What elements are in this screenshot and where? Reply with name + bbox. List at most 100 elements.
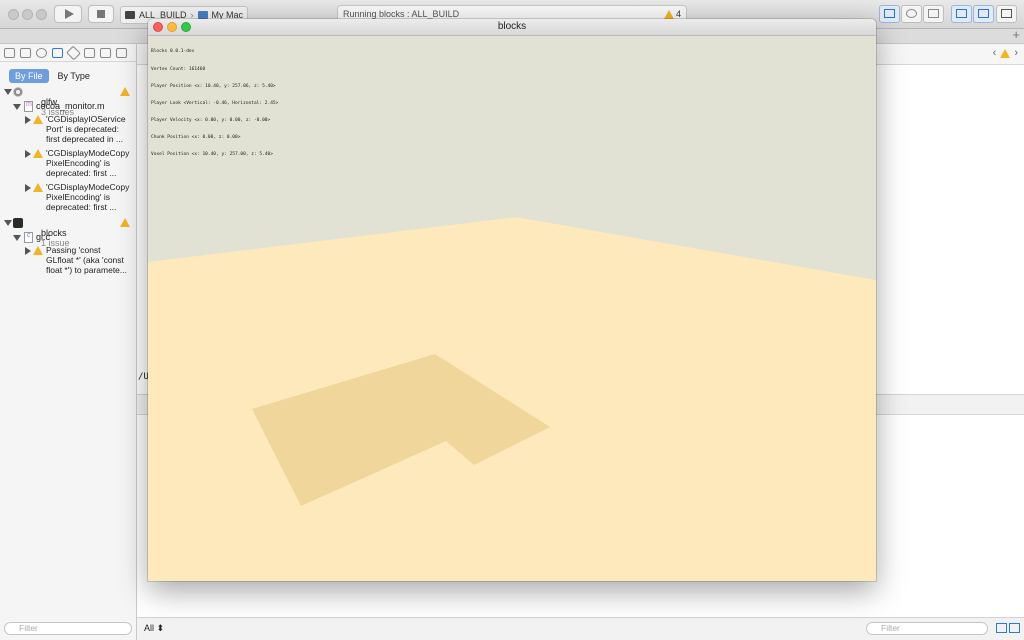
issue-line: first deprecated in ... xyxy=(46,134,124,144)
issue-line: deprecated: first ... xyxy=(46,168,117,178)
version-editor-button[interactable] xyxy=(923,5,944,23)
game-window-titlebar[interactable]: blocks xyxy=(148,19,876,36)
issue-grouping-control: By File By Type xyxy=(9,69,93,83)
hud-line: Blocks 0.0.1-dev xyxy=(151,49,195,55)
issue-row[interactable]: 'CGDisplayModeCopy PixelEncoding' is dep… xyxy=(46,148,129,178)
issue-navigation-controls: ‹ › xyxy=(993,47,1018,59)
navigator-selector-bar xyxy=(0,44,136,62)
disclosure-triangle-icon[interactable] xyxy=(13,104,21,110)
issue-line: float *') to paramete... xyxy=(46,265,127,275)
find-navigator-icon[interactable] xyxy=(36,47,47,58)
add-tab-icon[interactable]: + xyxy=(1012,27,1020,42)
navigator-filter-field[interactable]: Filter xyxy=(4,622,132,635)
version-icon xyxy=(928,9,939,18)
issue-line: PixelEncoding' is xyxy=(46,192,110,202)
window-minimize-button[interactable] xyxy=(22,9,33,20)
navigator-pane-icon xyxy=(956,9,967,18)
standard-editor-button[interactable] xyxy=(879,5,900,23)
game-viewport[interactable]: Blocks 0.0.1-dev Vertex Count: 161460 Pl… xyxy=(148,36,876,581)
test-navigator-icon[interactable] xyxy=(66,45,81,60)
issue-line: GLfloat *' (aka 'const xyxy=(46,255,124,265)
hud-line: Chunk Position <x: 0.00, z: 0.00> xyxy=(151,134,241,140)
issue-line: 'CGDisplayModeCopy xyxy=(46,182,130,192)
issue-line: Passing 'const xyxy=(46,245,101,255)
warning-icon xyxy=(33,149,43,158)
hud-line: Voxel Position <x: 10.40, y: 257.00, z: … xyxy=(151,152,273,158)
issue-line: 'CGDisplayModeCopy xyxy=(46,148,130,158)
warning-icon xyxy=(663,9,674,19)
blocks-project-icon xyxy=(13,218,23,228)
objc-file-icon xyxy=(24,101,33,112)
minimize-button[interactable] xyxy=(167,22,177,32)
warning-icon xyxy=(120,218,130,227)
close-button[interactable] xyxy=(153,22,163,32)
debug-navigator-icon[interactable] xyxy=(84,47,95,58)
scope-label: All xyxy=(144,623,155,633)
ground-plane xyxy=(148,217,876,581)
filter-placeholder: Filter xyxy=(881,623,900,633)
variables-view-toggle-icon[interactable] xyxy=(996,623,1007,633)
project-navigator-icon[interactable] xyxy=(4,47,15,58)
glfw-project-icon xyxy=(13,87,23,97)
issue-line: PixelEncoding' is xyxy=(46,158,110,168)
debug-hud: Blocks 0.0.1-dev Vertex Count: 161460 Pl… xyxy=(151,38,278,169)
file-row-cocoa-monitor[interactable]: cocoa_monitor.m xyxy=(36,101,105,111)
hud-line: Player Velocity <x: 0.00, y: 0.00, z: -0… xyxy=(151,117,271,123)
disclosure-triangle-icon[interactable] xyxy=(13,235,21,241)
hud-line: Vertex Count: 161460 xyxy=(151,66,206,72)
console-filter-field[interactable]: Filter xyxy=(866,622,988,635)
mac-icon xyxy=(197,11,208,19)
issue-line: Port' is deprecated: xyxy=(46,124,119,134)
warning-icon xyxy=(33,183,43,192)
debug-pane-icon xyxy=(978,9,989,18)
toggle-debug-area-button[interactable] xyxy=(973,5,994,23)
hud-line: Player Position <x: 10.40, y: 257.06, z:… xyxy=(151,83,276,89)
assistant-editor-button[interactable] xyxy=(901,5,922,23)
warning-count: 4 xyxy=(675,9,681,19)
window-zoom-button[interactable] xyxy=(36,9,47,20)
issue-line: 'CGDisplayIOService xyxy=(46,114,126,124)
variables-scope-popup[interactable]: All ⬍ xyxy=(144,623,164,634)
debug-bottom-bar: All ⬍ Filter xyxy=(137,617,1024,640)
hud-line: Player Look <Vertical: -0.46, Horizontal… xyxy=(151,100,279,106)
utilities-pane-icon xyxy=(1001,9,1012,18)
report-navigator-icon[interactable] xyxy=(116,47,127,58)
warning-icon xyxy=(33,115,43,124)
toggle-utilities-button[interactable] xyxy=(996,5,1017,23)
disclosure-triangle-icon[interactable] xyxy=(25,247,31,255)
toggle-navigator-button[interactable] xyxy=(951,5,972,23)
disclosure-triangle-icon[interactable] xyxy=(25,184,31,192)
chevron-right-icon[interactable]: › xyxy=(1014,47,1018,59)
warning-counter[interactable]: 4 xyxy=(663,9,681,19)
terminal-icon xyxy=(125,11,135,19)
tab-by-file[interactable]: By File xyxy=(9,69,49,83)
run-button[interactable] xyxy=(54,5,82,23)
issue-line: deprecated: first ... xyxy=(46,202,117,212)
disclosure-triangle-icon[interactable] xyxy=(4,89,12,95)
breakpoint-navigator-icon[interactable] xyxy=(100,47,111,58)
window-close-button[interactable] xyxy=(8,9,19,20)
stop-button[interactable] xyxy=(88,5,114,23)
warning-icon xyxy=(1000,48,1011,58)
issue-row[interactable]: 'CGDisplayIOService Port' is deprecated:… xyxy=(46,114,126,144)
filter-placeholder: Filter xyxy=(19,623,38,633)
zoom-button[interactable] xyxy=(181,22,191,32)
activity-status: Running blocks : ALL_BUILD xyxy=(343,9,460,19)
warning-icon xyxy=(120,87,130,96)
game-window-title: blocks xyxy=(497,21,527,32)
assistant-icon xyxy=(906,9,917,18)
tab-by-type[interactable]: By Type xyxy=(55,69,93,83)
disclosure-triangle-icon[interactable] xyxy=(4,220,12,226)
chevron-left-icon[interactable]: ‹ xyxy=(993,47,997,59)
disclosure-triangle-icon[interactable] xyxy=(25,150,31,158)
issue-navigator: By File By Type glfw 3 issues cocoa_moni… xyxy=(0,44,137,640)
symbol-navigator-icon[interactable] xyxy=(20,47,31,58)
issue-row[interactable]: Passing 'const GLfloat *' (aka 'const fl… xyxy=(46,245,127,275)
file-row-gl-c[interactable]: gl.c xyxy=(36,232,50,242)
game-window: blocks Blocks 0.0.1-dev Vertex Count: 16… xyxy=(148,19,876,581)
warning-icon xyxy=(33,246,43,255)
issue-navigator-icon[interactable] xyxy=(52,47,63,58)
disclosure-triangle-icon[interactable] xyxy=(25,116,31,124)
console-view-toggle-icon[interactable] xyxy=(1009,623,1020,633)
issue-row[interactable]: 'CGDisplayModeCopy PixelEncoding' is dep… xyxy=(46,182,129,212)
